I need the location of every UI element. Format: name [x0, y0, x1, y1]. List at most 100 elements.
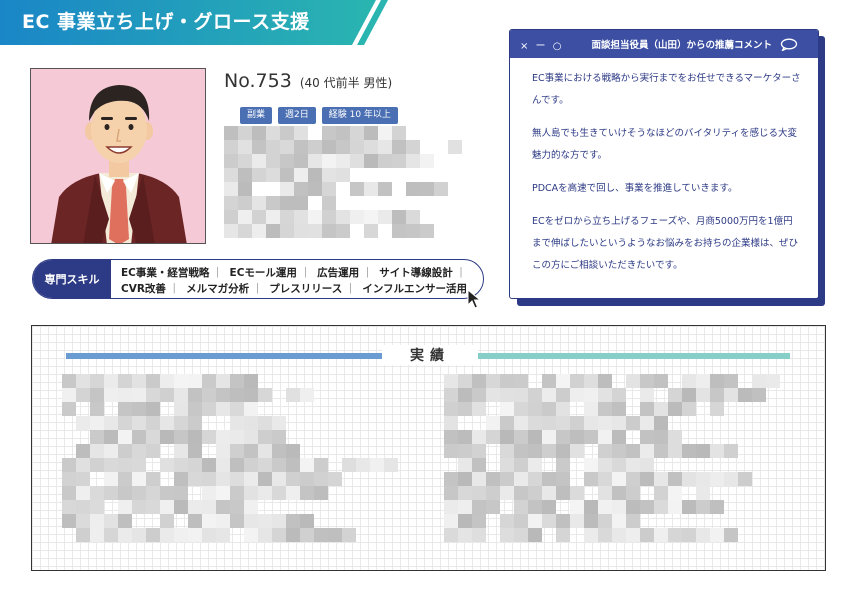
mosaic-cell [286, 472, 300, 486]
mosaic-cell [444, 416, 458, 430]
mosaic-cell [216, 528, 230, 542]
mosaic-cell [336, 210, 350, 224]
mosaic-cell [76, 458, 90, 472]
mosaic-cell [696, 388, 710, 402]
mosaic-cell [238, 182, 252, 196]
mosaic-cell [370, 458, 384, 472]
mosaic-cell [300, 528, 314, 542]
mosaic-cell [668, 388, 682, 402]
comment-paragraph: 無人島でも生きていけそうなほどのバイタリティを感じる大変魅力的な方です。 [532, 128, 798, 161]
mosaic-cell [62, 486, 76, 500]
skill-item: インフルエンサー活用 [362, 283, 468, 295]
mosaic-cell [238, 154, 252, 168]
mosaic-cell [584, 388, 598, 402]
mosaic-cell [724, 444, 738, 458]
mosaic-cell [322, 182, 336, 196]
mosaic-cell [160, 514, 174, 528]
mosaic-cell [336, 126, 350, 140]
mosaic-cell [308, 140, 322, 154]
mosaic-cell [90, 388, 104, 402]
mosaic-cell [444, 444, 458, 458]
mosaic-cell [598, 472, 612, 486]
mosaic-cell [556, 374, 570, 388]
mosaic-cell [420, 224, 434, 238]
mosaic-cell [668, 402, 682, 416]
mosaic-cell [230, 486, 244, 500]
mosaic-cell [500, 528, 514, 542]
mosaic-cell [542, 472, 556, 486]
mosaic-cell [132, 430, 146, 444]
mosaic-cell [174, 388, 188, 402]
window-controls[interactable]: × ー ○ [520, 37, 563, 52]
mosaic-cell [626, 528, 640, 542]
skill-item: 広告運用 [317, 267, 360, 279]
mosaic-cell [294, 224, 308, 238]
mosaic-cell [350, 182, 364, 196]
mosaic-cell [146, 402, 160, 416]
mosaic-cell [420, 154, 434, 168]
mosaic-cell [528, 402, 542, 416]
mosaic-cell [308, 168, 322, 182]
mosaic-cell [444, 514, 458, 528]
mosaic-cell [76, 444, 90, 458]
mosaic-cell [654, 416, 668, 430]
mosaic-cell [90, 528, 104, 542]
mosaic-cell [336, 154, 350, 168]
mosaic-cell [244, 486, 258, 500]
mosaic-cell [696, 472, 710, 486]
mosaic-cell [598, 458, 612, 472]
mosaic-cell [238, 196, 252, 210]
mosaic-cell [472, 388, 486, 402]
mosaic-cell [224, 196, 238, 210]
mosaic-cell [392, 140, 406, 154]
mosaic-cell [378, 126, 392, 140]
mosaic-cell [458, 528, 472, 542]
window-title: 面談担当役員（山田）からの推薦コメント [591, 40, 772, 51]
mosaic-cell [258, 430, 272, 444]
mosaic-cell [696, 444, 710, 458]
mosaic-cell [434, 182, 448, 196]
mosaic-cell [472, 528, 486, 542]
mosaic-cell [752, 388, 766, 402]
mosaic-cell [258, 416, 272, 430]
mosaic-cell [300, 472, 314, 486]
mosaic-cell [542, 430, 556, 444]
mosaic-cell [378, 210, 392, 224]
mosaic-cell [364, 154, 378, 168]
mosaic-cell [542, 514, 556, 528]
mosaic-cell [300, 486, 314, 500]
skill-item: CVR改善 [121, 283, 166, 295]
mosaic-cell [104, 388, 118, 402]
mosaic-cell [626, 514, 640, 528]
mosaic-cell [230, 430, 244, 444]
mosaic-cell [314, 486, 328, 500]
mosaic-cell [682, 528, 696, 542]
mosaic-cell [682, 388, 696, 402]
mosaic-cell [280, 196, 294, 210]
mosaic-cell [266, 196, 280, 210]
mosaic-cell [710, 374, 724, 388]
mosaic-cell [598, 402, 612, 416]
blurred-achievements-right [444, 374, 796, 554]
mosaic-cell [90, 500, 104, 514]
mosaic-cell [556, 514, 570, 528]
mosaic-cell [76, 500, 90, 514]
mosaic-cell [364, 224, 378, 238]
mosaic-cell [542, 486, 556, 500]
mosaic-cell [188, 458, 202, 472]
mosaic-cell [710, 528, 724, 542]
mosaic-cell [132, 402, 146, 416]
mosaic-cell [258, 486, 272, 500]
mosaic-cell [90, 514, 104, 528]
mosaic-cell [230, 472, 244, 486]
mosaic-cell [266, 224, 280, 238]
mosaic-cell [486, 416, 500, 430]
mosaic-cell [378, 154, 392, 168]
mosaic-cell [244, 472, 258, 486]
mosaic-cell [224, 210, 238, 224]
mosaic-cell [272, 486, 286, 500]
mosaic-cell [556, 486, 570, 500]
mosaic-cell [230, 402, 244, 416]
mosaic-cell [612, 528, 626, 542]
mosaic-cell [90, 430, 104, 444]
